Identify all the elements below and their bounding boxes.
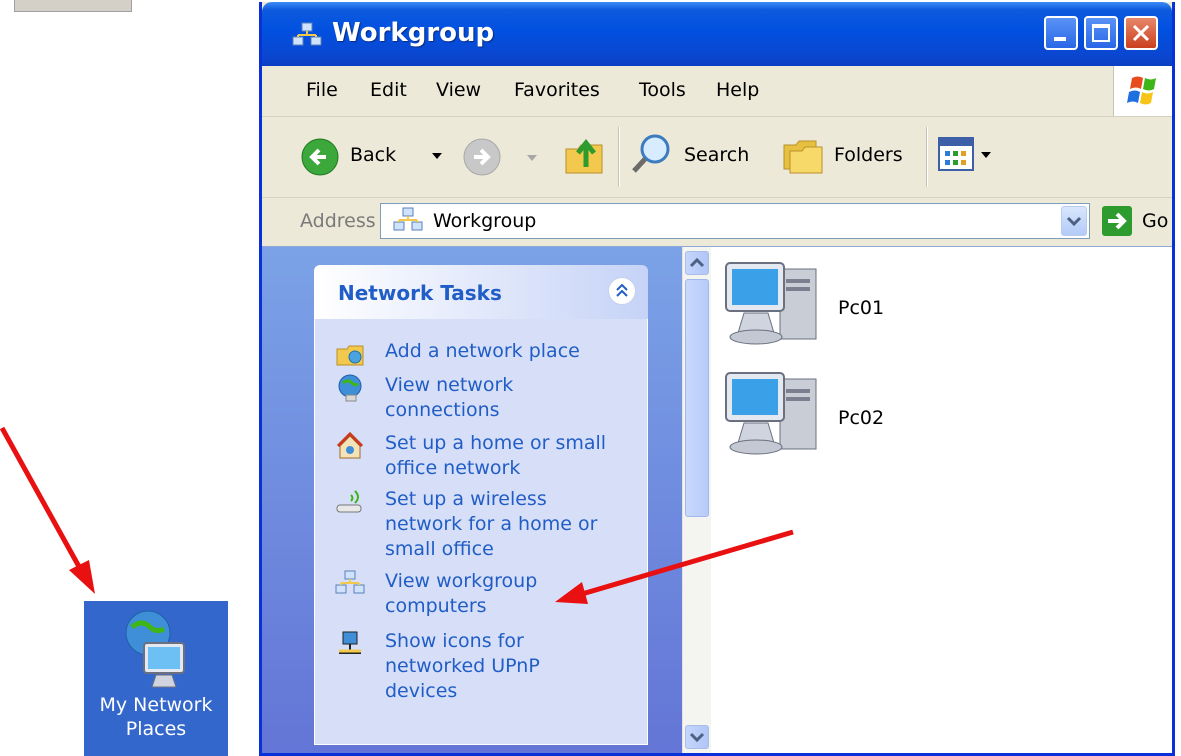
task-label: Set up a home or small office network	[385, 432, 607, 479]
forward-button[interactable]	[462, 137, 542, 177]
network-tasks-title: Network Tasks	[338, 281, 502, 305]
task-pane: Network Tasks Add a network place View n…	[262, 247, 682, 753]
search-icon	[632, 134, 670, 173]
back-label: Back	[350, 144, 397, 166]
back-arrow-icon	[301, 138, 339, 176]
network-places-icon	[125, 610, 185, 688]
title-bar[interactable]: Workgroup	[262, 2, 1172, 66]
chevron-down-icon	[689, 732, 705, 743]
workgroup-icon	[335, 570, 365, 594]
task-label: View workgroup computers	[385, 570, 538, 617]
toolbar: Back Search Folders	[262, 117, 1172, 198]
computer-item-pc01[interactable]: Pc01	[722, 257, 922, 357]
windows-flag-icon	[1127, 76, 1156, 105]
minimize-button[interactable]	[1044, 16, 1078, 50]
dropdown-arrow-icon	[981, 152, 991, 158]
go-arrow-icon	[1108, 212, 1127, 230]
window-title: Workgroup	[332, 18, 495, 48]
menu-view[interactable]: View	[436, 79, 481, 101]
address-bar: Address Workgroup Go	[262, 198, 1172, 246]
address-value: Workgroup	[433, 210, 537, 232]
folders-icon	[783, 140, 823, 174]
go-label[interactable]: Go	[1142, 210, 1168, 232]
task-label: Show icons for networked UPnP devices	[385, 630, 540, 702]
workgroup-icon	[292, 22, 322, 46]
menu-help[interactable]: Help	[716, 79, 759, 101]
dropdown-arrow-icon	[527, 155, 537, 161]
red-arrow-desktop	[0, 426, 95, 594]
go-button[interactable]	[1102, 206, 1132, 236]
computer-label: Pc01	[838, 297, 885, 319]
toolbar-separator	[618, 127, 620, 187]
menu-edit[interactable]: Edit	[370, 79, 407, 101]
search-button[interactable]: Search	[628, 131, 768, 181]
chevron-down-icon	[1066, 216, 1082, 227]
maximize-button[interactable]	[1084, 16, 1118, 50]
desktop-icon-my-network-places[interactable]: My Network Places	[84, 601, 228, 756]
explorer-window: Workgroup File Edit View Favorites Tools…	[259, 2, 1175, 756]
desktop-icon-label: My Network Places	[99, 694, 213, 740]
task-label: View network connections	[385, 374, 514, 421]
scroll-thumb[interactable]	[685, 279, 709, 517]
task-label: Set up a wireless network for a home or …	[385, 488, 598, 560]
address-dropdown-button[interactable]	[1061, 206, 1087, 236]
background-window-fragment	[14, 0, 132, 12]
close-button[interactable]	[1124, 16, 1158, 50]
workgroup-icon	[393, 207, 423, 231]
address-label: Address	[300, 210, 376, 232]
network-connections-icon	[338, 374, 362, 402]
network-tasks-header[interactable]: Network Tasks	[314, 265, 648, 319]
upnp-icon	[339, 631, 361, 654]
computer-label: Pc02	[838, 407, 885, 429]
folders-button[interactable]: Folders	[778, 131, 918, 181]
chevron-up-icon	[689, 257, 705, 268]
collapse-button[interactable]	[608, 277, 636, 305]
folders-label: Folders	[834, 144, 903, 166]
menu-tools[interactable]: Tools	[639, 79, 686, 101]
wireless-network-icon	[336, 490, 362, 513]
computer-icon	[725, 372, 817, 455]
minimize-icon	[1054, 37, 1066, 41]
computer-icon	[725, 262, 817, 345]
task-label: Add a network place	[385, 340, 580, 362]
windows-logo	[1113, 66, 1172, 116]
address-field[interactable]: Workgroup	[380, 203, 1090, 239]
toolbar-separator	[926, 127, 928, 187]
search-label: Search	[684, 144, 750, 166]
scroll-down-button[interactable]	[685, 725, 709, 749]
scroll-up-button[interactable]	[685, 251, 709, 275]
dropdown-arrow-icon[interactable]	[430, 151, 444, 161]
network-tasks-list: Add a network place View network connect…	[314, 319, 648, 745]
views-button[interactable]	[938, 137, 1008, 177]
views-icon	[938, 137, 974, 171]
back-button[interactable]: Back	[300, 133, 450, 177]
home-network-icon	[336, 431, 364, 459]
menu-file[interactable]: File	[306, 79, 338, 101]
computer-item-pc02[interactable]: Pc02	[722, 367, 922, 467]
menu-bar: File Edit View Favorites Tools Help	[262, 66, 1172, 117]
close-icon	[1132, 24, 1150, 42]
vertical-scrollbar[interactable]	[682, 247, 711, 753]
menu-favorites[interactable]: Favorites	[514, 79, 600, 101]
forward-arrow-icon	[463, 138, 501, 176]
add-network-place-icon	[336, 345, 364, 366]
chevron-up-double-icon	[616, 283, 628, 297]
maximize-icon	[1092, 24, 1110, 42]
content-area: Network Tasks Add a network place View n…	[262, 246, 1172, 753]
folder-up-icon[interactable]	[562, 131, 606, 179]
network-tasks-panel: Network Tasks Add a network place View n…	[314, 265, 648, 745]
